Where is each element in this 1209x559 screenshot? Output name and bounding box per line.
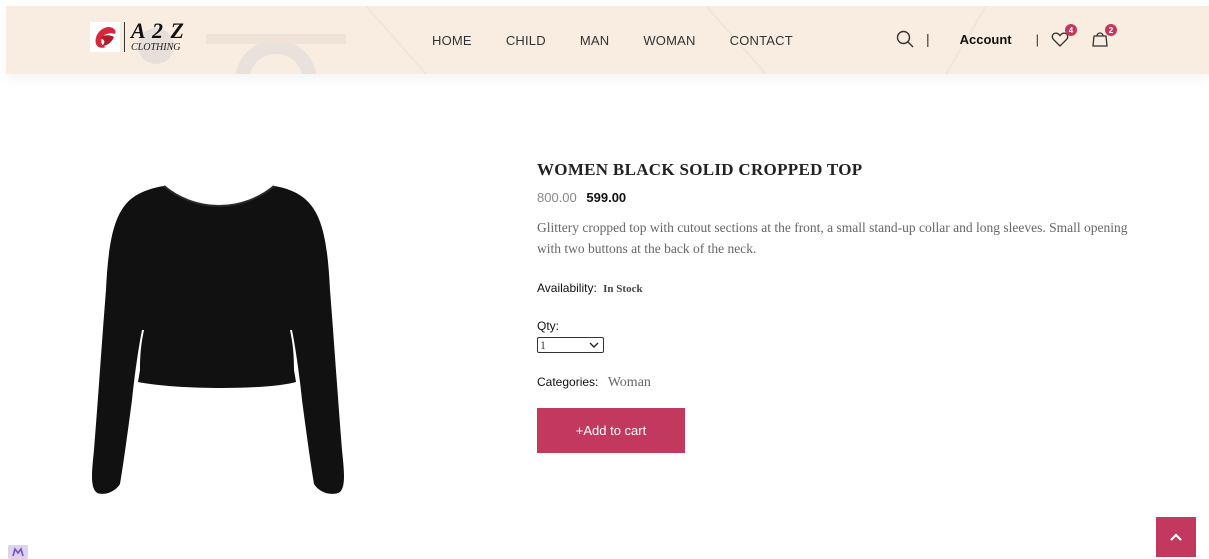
wishlist-button[interactable]: 4: [1049, 24, 1078, 50]
availability-label: Availability:: [537, 281, 597, 295]
search-icon: [896, 30, 914, 48]
product-details: WOMEN BLACK SOLID CROPPED TOP 800.00 599…: [537, 160, 1157, 453]
wishlist-count-badge: 4: [1065, 24, 1078, 36]
product-prices: 800.00 599.00: [537, 190, 1157, 205]
logo-emblem-icon: [90, 21, 120, 52]
nav-item-man[interactable]: MAN: [580, 33, 610, 48]
quantity-select[interactable]: 1: [537, 337, 604, 353]
chevron-up-icon: [1170, 533, 1182, 541]
categories: Categories: Woman: [537, 375, 1157, 391]
nav-item-woman[interactable]: WOMAN: [643, 33, 695, 48]
availability-value: In Stock: [603, 283, 643, 295]
main-nav: HOME CHILD MAN WOMAN CONTACT: [432, 33, 827, 48]
logo-main-text: A 2 Z: [131, 18, 185, 43]
categories-label: Categories:: [537, 375, 599, 389]
cart-button[interactable]: 2: [1089, 24, 1118, 50]
availability: Availability: In Stock: [537, 281, 1157, 295]
separator: |: [1035, 31, 1040, 47]
site-logo[interactable]: A 2 Z CLOTHING: [90, 20, 185, 53]
site-header: A 2 Z CLOTHING HOME CHILD MAN WOMAN CONT…: [6, 6, 1209, 74]
corner-widget[interactable]: [8, 545, 28, 559]
widget-icon: [12, 547, 24, 557]
old-price: 800.00: [537, 190, 577, 205]
sale-price: 599.00: [586, 190, 627, 205]
account-link[interactable]: Account: [960, 32, 1012, 47]
nav-item-child[interactable]: CHILD: [506, 33, 546, 48]
chevron-down-icon: [589, 342, 599, 348]
header-actions: | Account | 4 2: [894, 24, 1118, 54]
product-description: Glittery cropped top with cutout section…: [537, 220, 1128, 256]
product-image[interactable]: [88, 180, 350, 498]
logo-text: A 2 Z CLOTHING: [131, 20, 185, 53]
product-title: WOMEN BLACK SOLID CROPPED TOP: [537, 160, 863, 179]
logo-sub-text: CLOTHING: [131, 42, 181, 53]
scroll-to-top-button[interactable]: [1156, 517, 1196, 557]
add-to-cart-button[interactable]: +Add to cart: [537, 408, 685, 453]
separator: |: [926, 31, 930, 47]
qty-label: Qty:: [537, 319, 560, 333]
cart-count-badge: 2: [1105, 24, 1118, 36]
nav-item-home[interactable]: HOME: [432, 33, 472, 48]
search-button[interactable]: [894, 28, 916, 50]
logo-divider: [124, 21, 125, 52]
quantity-value: 1: [540, 338, 546, 352]
nav-item-contact[interactable]: CONTACT: [730, 33, 793, 48]
category-link[interactable]: Woman: [608, 375, 651, 390]
